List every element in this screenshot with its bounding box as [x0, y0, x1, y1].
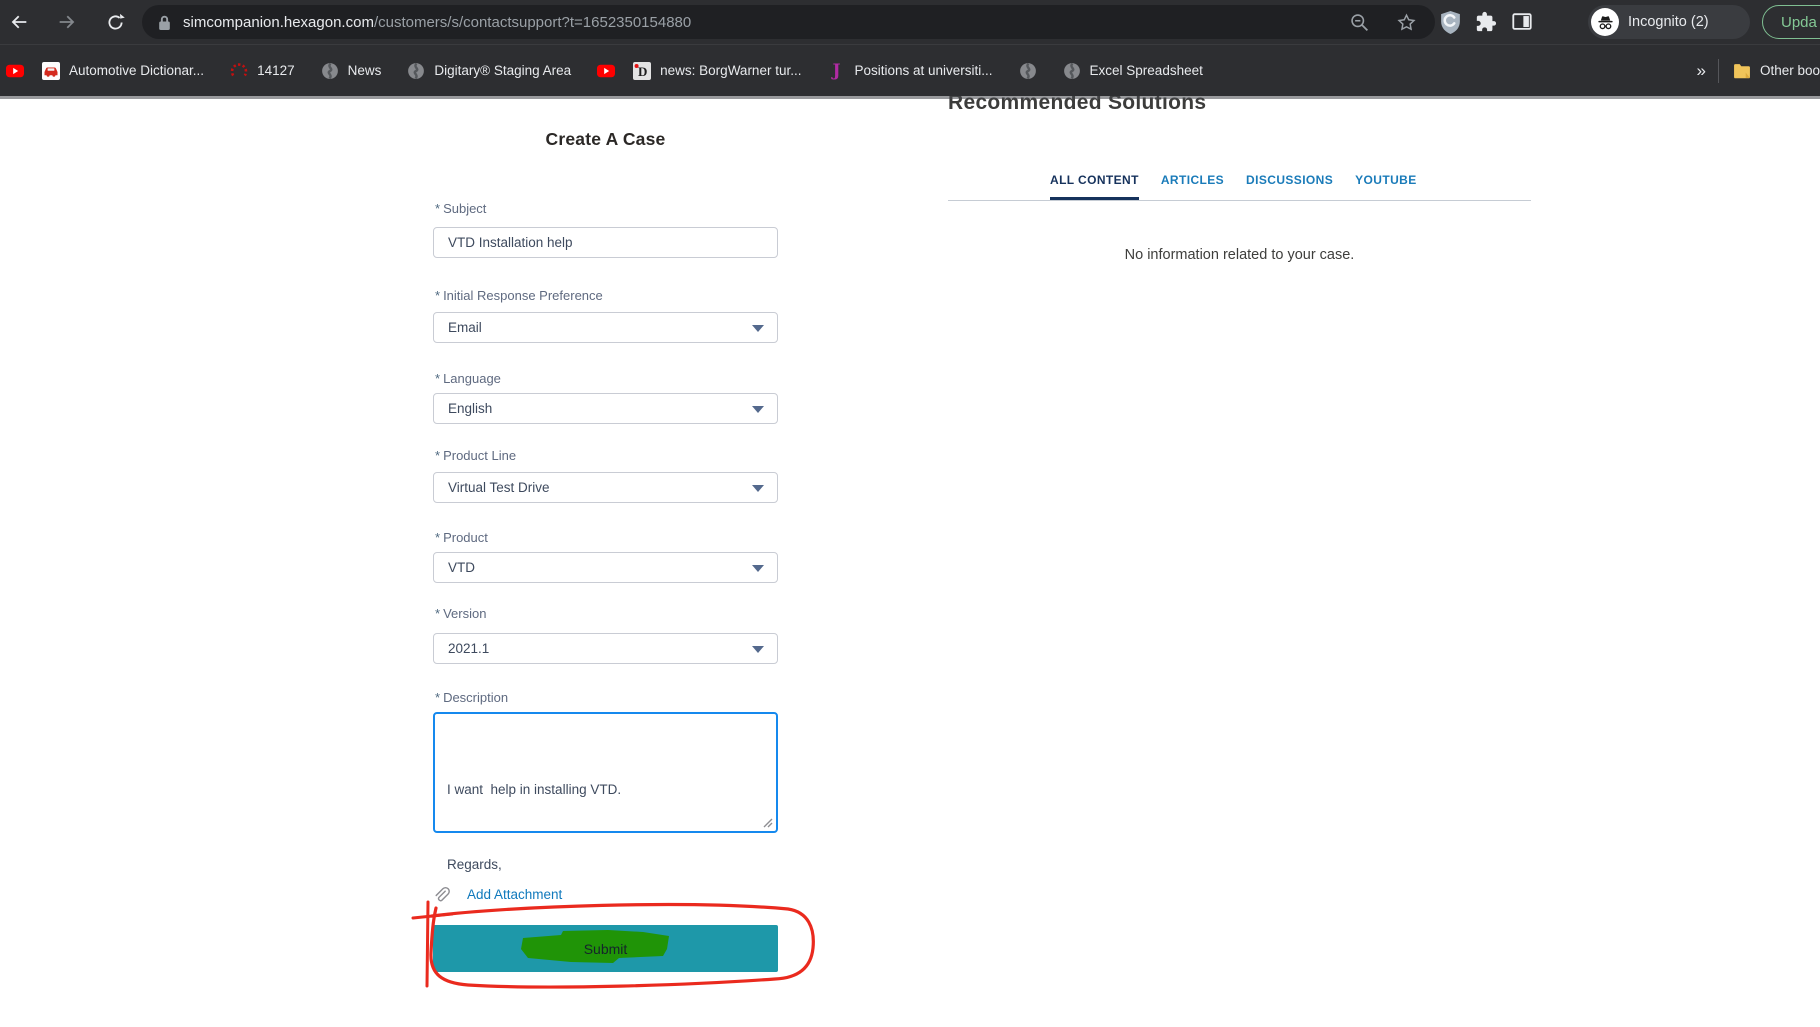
bookmark-item[interactable] [6, 62, 24, 80]
bookmark-label: Other boo [1759, 63, 1820, 78]
browser-toolbar: simcompanion.hexagon.com/customers/s/con… [0, 0, 1820, 44]
product-select[interactable]: VTD [433, 552, 778, 583]
zoom-out-icon[interactable] [1349, 12, 1370, 33]
bookmarks-bar: Automotive Dictionar... 14127 News Digit… [0, 44, 1820, 99]
bookmark-label: Positions at universiti... [854, 63, 993, 78]
other-bookmarks-folder[interactable]: Other boo [1733, 62, 1820, 80]
tabs-divider [948, 200, 1531, 201]
subject-input[interactable]: VTD Installation help [433, 227, 778, 258]
bookmark-item[interactable]: News [321, 62, 382, 80]
solutions-tabs: ALL CONTENT ARTICLES DISCUSSIONS YOUTUBE [1050, 173, 1417, 200]
bookmark-item[interactable]: J Positions at universiti... [827, 60, 993, 81]
incognito-label: Incognito (2) [1628, 14, 1709, 30]
chrome-update-button[interactable]: Upda [1762, 5, 1820, 39]
language-label: * Language [435, 371, 501, 386]
adblock-shield-icon[interactable] [1440, 10, 1461, 35]
bookmarks-overflow-chevron[interactable]: » [1696, 61, 1705, 81]
chevron-down-icon [752, 406, 764, 413]
subject-label: * Subject [435, 201, 487, 216]
youtube-icon [597, 62, 616, 80]
bookmark-item[interactable] [597, 62, 616, 80]
url-text: simcompanion.hexagon.com/customers/s/con… [183, 13, 692, 31]
svg-text:D: D [638, 63, 647, 78]
chevron-down-icon [752, 646, 764, 653]
back-button[interactable] [2, 5, 36, 39]
bookmark-item[interactable]: Automotive Dictionar... [42, 61, 205, 80]
chevron-down-icon [752, 485, 764, 492]
d-favicon: D [633, 61, 652, 80]
globe-icon [1019, 62, 1037, 80]
language-select[interactable]: English [433, 393, 778, 424]
bookmark-label: 14127 [257, 63, 295, 78]
page-title: Create A Case [545, 129, 666, 149]
product-label: * Product [435, 530, 488, 545]
tab-all-content[interactable]: ALL CONTENT [1050, 173, 1139, 200]
paperclip-icon [435, 886, 450, 902]
version-label: * Version [435, 606, 487, 621]
add-attachment-link[interactable]: Add Attachment [467, 887, 562, 902]
lock-icon [159, 15, 170, 30]
globe-icon [407, 62, 425, 80]
j-favicon: J [832, 60, 841, 81]
youtube-icon [6, 62, 24, 80]
bookmark-item[interactable]: Excel Spreadsheet [1063, 62, 1203, 80]
incognito-profile-chip[interactable]: Incognito (2) [1588, 5, 1750, 39]
submit-button[interactable]: Submit [433, 925, 778, 972]
reload-button[interactable] [98, 5, 132, 39]
forward-button[interactable] [50, 5, 84, 39]
bookmark-label: Excel Spreadsheet [1089, 63, 1203, 78]
chevron-down-icon [752, 325, 764, 332]
bookmark-label: Digitary® Staging Area [434, 63, 572, 78]
address-bar[interactable]: simcompanion.hexagon.com/customers/s/con… [142, 5, 1435, 39]
browser-chrome: simcompanion.hexagon.com/customers/s/con… [0, 0, 1820, 99]
description-textarea[interactable]: I want help in installing VTD. Regards, … [433, 712, 778, 947]
version-select[interactable]: 2021.1 [433, 633, 778, 664]
product-line-select[interactable]: Virtual Test Drive [433, 472, 778, 503]
tab-articles[interactable]: ARTICLES [1161, 173, 1224, 200]
incognito-icon [1591, 8, 1619, 36]
tab-discussions[interactable]: DISCUSSIONS [1246, 173, 1333, 200]
globe-icon [321, 62, 339, 80]
bookmark-item[interactable] [1019, 62, 1037, 80]
bookmark-item[interactable]: 14127 [230, 62, 295, 80]
chevron-down-icon [752, 565, 764, 572]
gauge-favicon [230, 62, 248, 80]
bookmark-item[interactable]: D news: BorgWarner tur... [633, 61, 802, 80]
description-line: Regards, [447, 857, 502, 872]
bookmark-star-icon[interactable] [1396, 12, 1417, 33]
car-favicon [42, 61, 60, 80]
bookmark-label: News [347, 63, 382, 78]
bookmark-item[interactable]: Digitary® Staging Area [407, 62, 571, 80]
description-label: * Description [435, 690, 509, 705]
product-line-label: * Product Line [435, 448, 517, 463]
tab-youtube[interactable]: YOUTUBE [1355, 173, 1416, 200]
bookmarks-divider [1717, 58, 1719, 83]
initial-response-preference-label: * Initial Response Preference [435, 288, 603, 303]
extensions-puzzle-icon[interactable] [1475, 11, 1497, 33]
bookmark-label: news: BorgWarner tur... [660, 63, 802, 78]
side-panel-icon[interactable] [1511, 11, 1533, 33]
description-line: I want help in installing VTD. [447, 782, 622, 797]
initial-response-preference-select[interactable]: Email [433, 312, 778, 343]
globe-icon [1063, 62, 1081, 80]
folder-icon [1733, 62, 1751, 80]
bookmark-label: Automotive Dictionar... [69, 63, 205, 78]
required-marker: * [435, 201, 441, 216]
empty-results-message: No information related to your case. [1124, 247, 1355, 263]
resize-handle[interactable] [762, 817, 773, 828]
page-content: Create A Case * Subject VTD Installation … [0, 0, 1820, 992]
